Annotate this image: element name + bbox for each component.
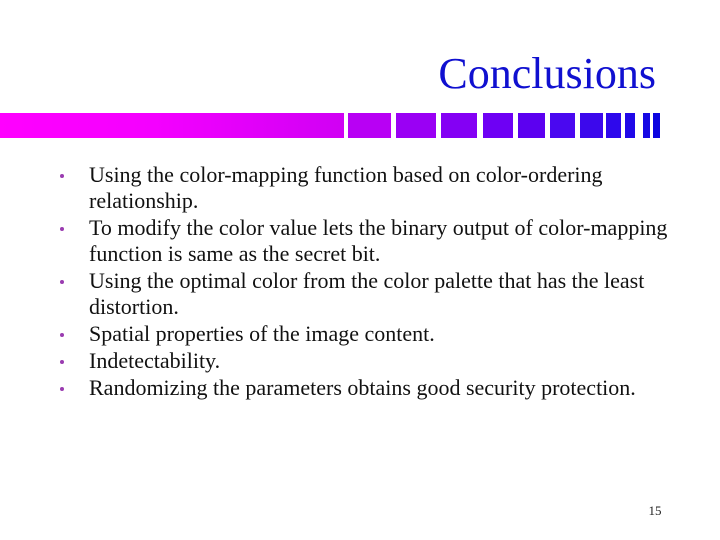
list-item-text: Spatial properties of the image content. <box>89 321 435 346</box>
bullet-icon <box>60 333 64 337</box>
decorative-bar-segment <box>348 113 391 138</box>
decorative-bar-segment <box>550 113 575 138</box>
list-item: Using the optimal color from the color p… <box>56 268 676 320</box>
bullet-icon <box>60 174 64 178</box>
list-item: Randomizing the parameters obtains good … <box>56 375 676 401</box>
list-item: Indetectability. <box>56 348 676 374</box>
decorative-bar-segment <box>653 113 660 138</box>
decorative-bar-segment <box>441 113 477 138</box>
decorative-bar-main <box>0 113 344 138</box>
decorative-bar-segment <box>518 113 545 138</box>
bullet-icon <box>60 360 64 364</box>
decorative-bar-segment <box>643 113 650 138</box>
list-item-text: Using the color-mapping function based o… <box>89 162 603 213</box>
decorative-bar-segment <box>625 113 635 138</box>
bullet-icon <box>60 227 64 231</box>
list-item-text: To modify the color value lets the binar… <box>89 215 668 266</box>
slide-title: Conclusions <box>438 49 656 98</box>
list-item: Using the color-mapping function based o… <box>56 162 676 214</box>
list-item: To modify the color value lets the binar… <box>56 215 676 267</box>
list-item-text: Using the optimal color from the color p… <box>89 268 645 319</box>
decorative-bar-segment <box>483 113 513 138</box>
list-item-text: Randomizing the parameters obtains good … <box>89 375 636 400</box>
bullet-icon <box>60 280 64 284</box>
conclusions-list: Using the color-mapping function based o… <box>56 162 676 402</box>
page-number: 15 <box>648 503 662 518</box>
bullet-icon <box>60 387 64 391</box>
decorative-bar-segment <box>396 113 436 138</box>
decorative-title-bar <box>0 113 720 138</box>
list-item: Spatial properties of the image content. <box>56 321 676 347</box>
list-item-text: Indetectability. <box>89 348 221 373</box>
decorative-bar-segment <box>606 113 621 138</box>
decorative-bar-segment <box>580 113 603 138</box>
